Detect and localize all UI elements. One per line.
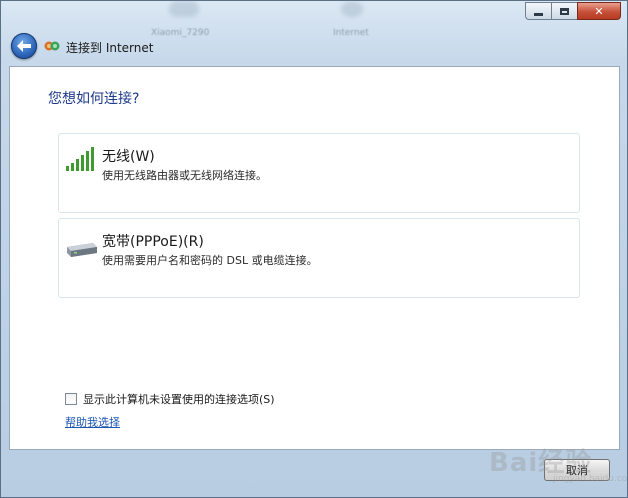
broadband-pppoe-option[interactable]: 宽带(PPPoE)(R) 使用需要用户名和密码的 DSL 或电缆连接。 xyxy=(58,218,580,298)
back-button[interactable] xyxy=(11,33,37,59)
show-unused-options-row[interactable]: 显示此计算机未设置使用的连接选项(S) xyxy=(65,391,275,407)
option-description: 使用需要用户名和密码的 DSL 或电缆连接。 xyxy=(102,254,318,267)
checkbox-label: 显示此计算机未设置使用的连接选项(S) xyxy=(83,393,275,406)
window-controls: ✕ xyxy=(525,2,621,20)
navigation-bar: 连接到 Internet xyxy=(1,31,627,61)
title-bar[interactable]: Xiaomi_7290 Internet ✕ xyxy=(1,1,627,38)
wizard-content: 您想如何连接? 无线(W) 使用无线路由器或无线网络连接。 宽带(PPPoE)(… xyxy=(9,66,620,450)
background-globe-icon xyxy=(341,1,363,17)
dialog-footer: 取消 xyxy=(1,450,627,497)
connect-internet-window: Xiaomi_7290 Internet ✕ 连接到 Internet 您想如何… xyxy=(0,0,628,498)
option-title: 宽带(PPPoE)(R) xyxy=(102,234,204,250)
modem-icon xyxy=(67,243,97,257)
wireless-option[interactable]: 无线(W) 使用无线路由器或无线网络连接。 xyxy=(58,133,580,213)
close-icon: ✕ xyxy=(594,4,604,18)
close-button[interactable]: ✕ xyxy=(577,2,621,20)
maximize-icon xyxy=(560,7,569,15)
network-connection-icon xyxy=(44,41,60,51)
show-unused-options-checkbox[interactable] xyxy=(65,393,77,405)
window-title: 连接到 Internet xyxy=(66,41,154,55)
wifi-signal-icon xyxy=(66,147,94,171)
option-title: 无线(W) xyxy=(102,149,155,165)
option-description: 使用无线路由器或无线网络连接。 xyxy=(102,169,267,182)
maximize-button[interactable] xyxy=(551,2,577,20)
background-app-icon xyxy=(169,1,199,17)
back-arrow-icon xyxy=(17,40,31,52)
minimize-button[interactable] xyxy=(525,2,551,20)
minimize-icon xyxy=(534,12,543,16)
help-me-choose-link[interactable]: 帮助我选择 xyxy=(65,414,120,430)
cancel-button[interactable]: 取消 xyxy=(544,459,610,481)
page-heading: 您想如何连接? xyxy=(48,91,140,107)
